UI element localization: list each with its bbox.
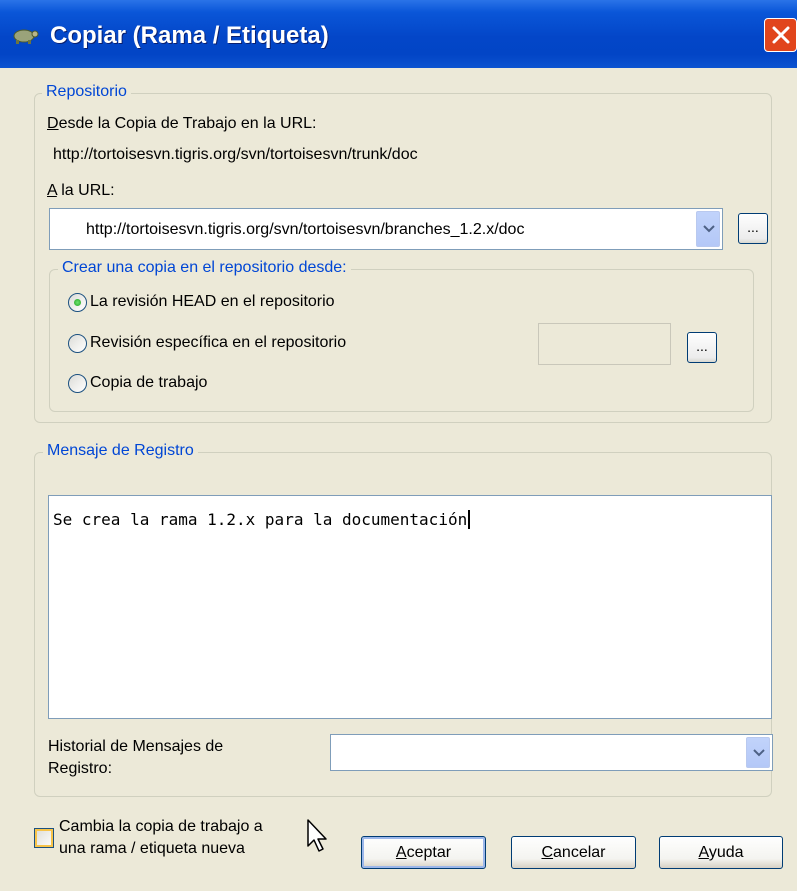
radio-specific-revision[interactable] [68, 334, 87, 353]
to-url-combobox[interactable]: http://tortoisesvn.tigris.org/svn/tortoi… [49, 208, 723, 250]
log-message-legend: Mensaje de Registro [43, 442, 198, 460]
history-label-line2: Registro: [48, 760, 113, 777]
copy-dialog: Copiar (Rama / Etiqueta) Repositorio Des… [0, 0, 797, 891]
browse-revision-button[interactable]: ... [687, 332, 717, 363]
radio-specific-revision-label[interactable]: Revisión específica en el repositorio [90, 334, 346, 352]
copy-from-legend: Crear una copia en el repositorio desde: [58, 259, 351, 277]
tortoise-app-icon [13, 29, 39, 44]
cancel-button[interactable]: Cancelar [511, 836, 636, 869]
radio-working-copy[interactable] [68, 374, 87, 393]
ok-button[interactable]: Aceptar [361, 836, 486, 869]
switch-working-copy-checkbox[interactable] [34, 828, 54, 848]
close-button[interactable] [764, 18, 797, 52]
history-dropdown-button[interactable] [746, 737, 770, 768]
radio-working-copy-label[interactable]: Copia de trabajo [90, 374, 207, 392]
chevron-down-icon [703, 225, 715, 233]
from-url-label: Desde la Copia de Trabajo en la URL: [47, 115, 317, 132]
radio-head-revision[interactable] [68, 293, 87, 312]
help-button[interactable]: Ayuda [659, 836, 783, 869]
radio-head-revision-label[interactable]: La revisión HEAD en el repositorio [90, 293, 335, 311]
switch-working-copy-label-line2[interactable]: una rama / etiqueta nueva [59, 840, 245, 858]
to-url-dropdown-button[interactable] [696, 211, 720, 247]
history-combobox[interactable] [330, 734, 773, 771]
switch-working-copy-label-line1[interactable]: Cambia la copia de trabajo a [59, 818, 263, 836]
to-url-label: A la URL: [47, 182, 115, 199]
browse-url-button[interactable]: ... [738, 213, 768, 244]
chevron-down-icon [753, 748, 765, 756]
from-url-value: http://tortoisesvn.tigris.org/svn/tortoi… [53, 146, 418, 163]
log-message-text: Se crea la rama 1.2.x para la documentac… [53, 510, 471, 529]
window-title: Copiar (Rama / Etiqueta) [50, 22, 329, 49]
title-bar[interactable]: Copiar (Rama / Etiqueta) [0, 0, 797, 68]
repository-legend: Repositorio [42, 83, 131, 101]
to-url-value: http://tortoisesvn.tigris.org/svn/tortoi… [86, 221, 525, 238]
mouse-pointer-icon [307, 819, 327, 852]
history-label-line1: Historial de Mensajes de [48, 738, 224, 755]
revision-number-field[interactable] [538, 323, 671, 365]
close-icon [772, 26, 790, 44]
log-message-textarea[interactable]: Se crea la rama 1.2.x para la documentac… [48, 495, 772, 719]
